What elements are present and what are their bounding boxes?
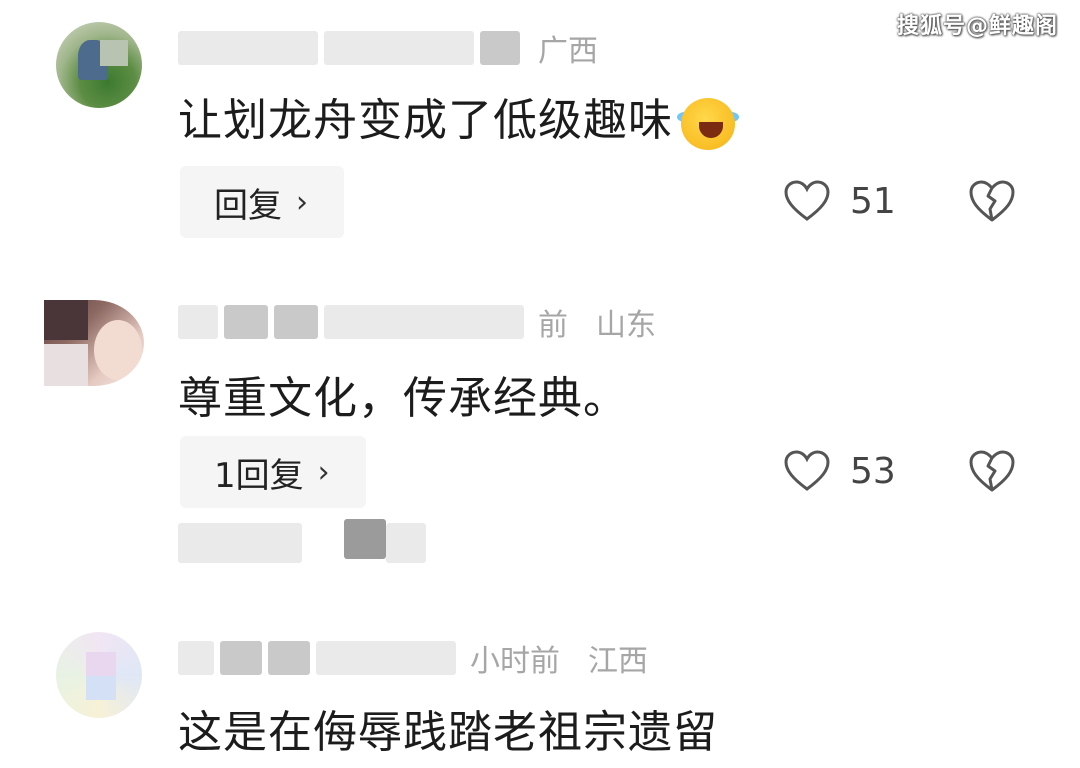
reply-button[interactable]: 1回复 › bbox=[180, 436, 366, 508]
username-blurred[interactable] bbox=[178, 31, 318, 65]
like-count: 51 bbox=[850, 180, 896, 222]
reply-button[interactable]: 回复 › bbox=[180, 166, 344, 238]
chevron-right-icon: › bbox=[317, 454, 330, 490]
location-label: 江西 bbox=[588, 644, 648, 679]
comment-text: 尊重文化，传承经典。 bbox=[178, 373, 628, 424]
rolling-laughing-emoji-icon bbox=[677, 94, 739, 152]
like-button[interactable]: 51 bbox=[784, 176, 896, 226]
broken-heart-icon[interactable] bbox=[968, 178, 1016, 226]
time-label: 小时前 bbox=[470, 644, 560, 679]
sub-reply-blurred[interactable] bbox=[178, 515, 428, 573]
location-label: 山东 bbox=[596, 308, 656, 343]
chevron-right-icon: › bbox=[296, 184, 308, 220]
username-blurred[interactable] bbox=[178, 305, 218, 339]
avatar[interactable] bbox=[56, 22, 142, 108]
heart-outline-icon bbox=[784, 180, 830, 221]
avatar[interactable] bbox=[44, 300, 144, 386]
comment-meta: 小时前 江西 bbox=[178, 638, 648, 679]
avatar[interactable] bbox=[56, 632, 142, 718]
reply-label: 回复 bbox=[214, 185, 282, 226]
time-label: 前 bbox=[538, 308, 568, 343]
location-label: 广西 bbox=[538, 34, 598, 69]
heart-outline-icon bbox=[784, 450, 830, 491]
username-blurred[interactable] bbox=[178, 641, 214, 675]
like-button[interactable]: 53 bbox=[784, 446, 896, 496]
broken-heart-icon[interactable] bbox=[968, 448, 1016, 496]
comment-text: 让划龙舟变成了低级趣味 bbox=[178, 84, 739, 152]
comment-text: 这是在侮辱践踏老祖宗遗留 bbox=[178, 707, 718, 758]
like-count: 53 bbox=[850, 450, 896, 492]
reply-label: 1回复 bbox=[214, 455, 304, 496]
comment-meta: 前 山东 bbox=[178, 302, 656, 343]
watermark: 搜狐号@鲜趣阁 bbox=[896, 14, 1058, 39]
comment-meta: 广西 bbox=[178, 28, 598, 69]
